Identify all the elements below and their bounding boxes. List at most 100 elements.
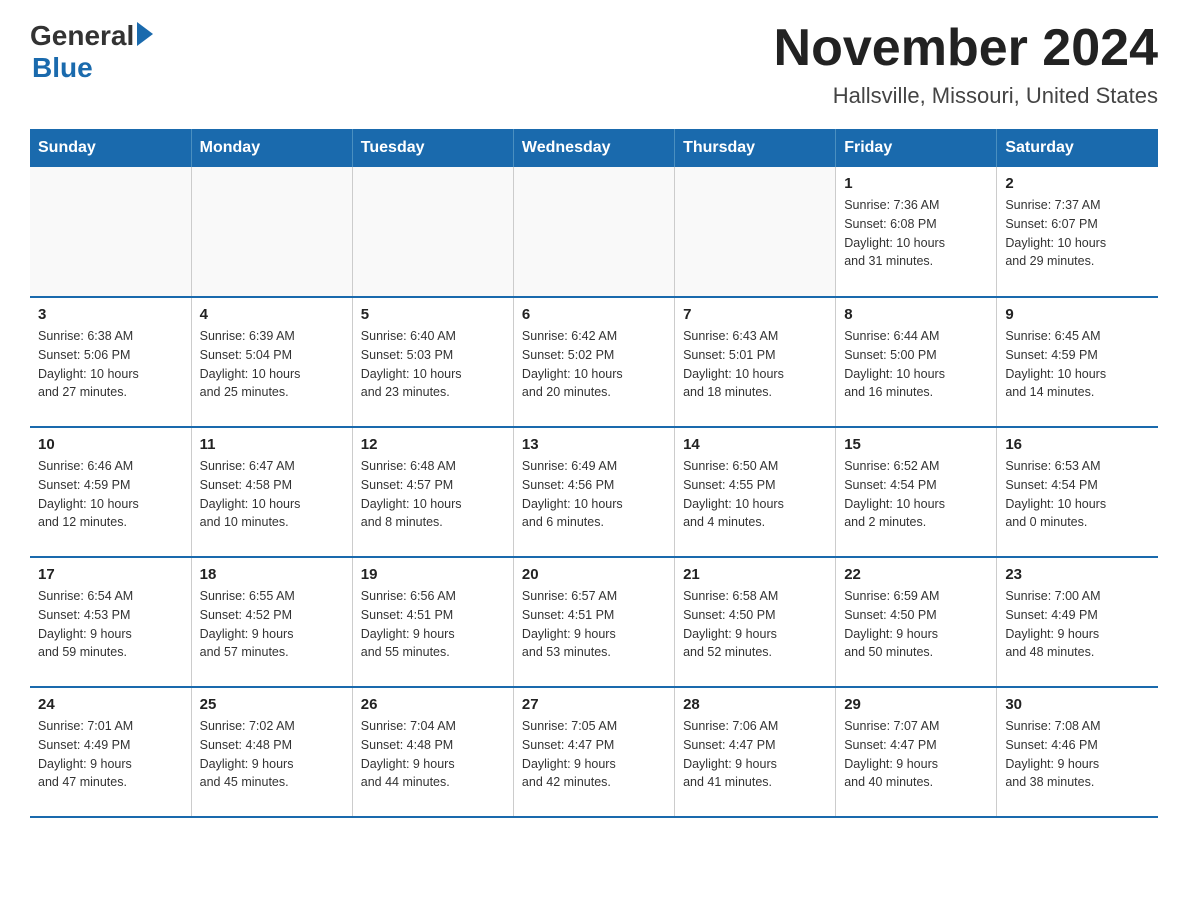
calendar-cell: 10Sunrise: 6:46 AM Sunset: 4:59 PM Dayli… bbox=[30, 427, 191, 557]
day-info: Sunrise: 6:50 AM Sunset: 4:55 PM Dayligh… bbox=[683, 457, 827, 532]
weekday-header-friday: Friday bbox=[836, 129, 997, 167]
day-info: Sunrise: 6:49 AM Sunset: 4:56 PM Dayligh… bbox=[522, 457, 666, 532]
day-info: Sunrise: 7:00 AM Sunset: 4:49 PM Dayligh… bbox=[1005, 587, 1150, 662]
calendar-cell: 19Sunrise: 6:56 AM Sunset: 4:51 PM Dayli… bbox=[352, 557, 513, 687]
day-info: Sunrise: 7:04 AM Sunset: 4:48 PM Dayligh… bbox=[361, 717, 505, 792]
calendar-week-1: 1 Sunrise: 7:36 AM Sunset: 6:08 PM Daylig… bbox=[30, 167, 1158, 297]
day-info: Sunrise: 6:39 AM Sunset: 5:04 PM Dayligh… bbox=[200, 327, 344, 402]
day-info: Sunrise: 6:58 AM Sunset: 4:50 PM Dayligh… bbox=[683, 587, 827, 662]
day-info: Sunrise: 6:57 AM Sunset: 4:51 PM Dayligh… bbox=[522, 587, 666, 662]
calendar-cell: 30 Sunrise: 7:08 AM Sunset: 4:46 PM Dayli… bbox=[997, 687, 1158, 817]
calendar-cell bbox=[675, 167, 836, 297]
day-number: 20 bbox=[522, 566, 666, 583]
calendar-cell: 27 Sunrise: 7:05 AM Sunset: 4:47 PM Dayli… bbox=[513, 687, 674, 817]
calendar-week-5: 24 Sunrise: 7:01 AM Sunset: 4:49 PM Dayli… bbox=[30, 687, 1158, 817]
weekday-header-thursday: Thursday bbox=[675, 129, 836, 167]
day-info: Sunrise: 6:53 AM Sunset: 4:54 PM Dayligh… bbox=[1005, 457, 1150, 532]
day-info: Sunrise: 7:01 AM Sunset: 4:49 PM Dayligh… bbox=[38, 717, 183, 792]
day-info: Sunrise: 7:06 AM Sunset: 4:47 PM Dayligh… bbox=[683, 717, 827, 792]
day-number: 13 bbox=[522, 436, 666, 453]
day-info: Sunrise: 7:05 AM Sunset: 4:47 PM Dayligh… bbox=[522, 717, 666, 792]
calendar-table: SundayMondayTuesdayWednesdayThursdayFrid… bbox=[30, 129, 1158, 818]
calendar-cell: 9 Sunrise: 6:45 AM Sunset: 4:59 PM Daylig… bbox=[997, 297, 1158, 427]
day-number: 4 bbox=[200, 306, 344, 323]
calendar-cell: 12 Sunrise: 6:48 AM Sunset: 4:57 PM Dayli… bbox=[352, 427, 513, 557]
calendar-cell: 2 Sunrise: 7:37 AM Sunset: 6:07 PM Daylig… bbox=[997, 167, 1158, 297]
weekday-header-monday: Monday bbox=[191, 129, 352, 167]
day-number: 16 bbox=[1005, 436, 1150, 453]
calendar-cell: 3Sunrise: 6:38 AM Sunset: 5:06 PM Daylig… bbox=[30, 297, 191, 427]
calendar-cell: 23 Sunrise: 7:00 AM Sunset: 4:49 PM Dayli… bbox=[997, 557, 1158, 687]
day-info: Sunrise: 6:40 AM Sunset: 5:03 PM Dayligh… bbox=[361, 327, 505, 402]
day-number: 23 bbox=[1005, 566, 1150, 583]
day-info: Sunrise: 6:48 AM Sunset: 4:57 PM Dayligh… bbox=[361, 457, 505, 532]
weekday-header-sunday: Sunday bbox=[30, 129, 191, 167]
logo-triangle-icon bbox=[137, 22, 153, 46]
calendar-header-row: SundayMondayTuesdayWednesdayThursdayFrid… bbox=[30, 129, 1158, 167]
day-number: 7 bbox=[683, 306, 827, 323]
calendar-week-4: 17Sunrise: 6:54 AM Sunset: 4:53 PM Dayli… bbox=[30, 557, 1158, 687]
day-info: Sunrise: 7:08 AM Sunset: 4:46 PM Dayligh… bbox=[1005, 717, 1150, 792]
day-number: 1 bbox=[844, 175, 988, 192]
calendar-cell: 5 Sunrise: 6:40 AM Sunset: 5:03 PM Daylig… bbox=[352, 297, 513, 427]
logo-blue-text: Blue bbox=[32, 52, 93, 83]
calendar-cell: 20 Sunrise: 6:57 AM Sunset: 4:51 PM Dayli… bbox=[513, 557, 674, 687]
day-info: Sunrise: 6:47 AM Sunset: 4:58 PM Dayligh… bbox=[200, 457, 344, 532]
page-title: November 2024 bbox=[774, 20, 1158, 77]
day-number: 5 bbox=[361, 306, 505, 323]
day-info: Sunrise: 6:45 AM Sunset: 4:59 PM Dayligh… bbox=[1005, 327, 1150, 402]
calendar-cell: 24 Sunrise: 7:01 AM Sunset: 4:49 PM Dayli… bbox=[30, 687, 191, 817]
day-info: Sunrise: 6:38 AM Sunset: 5:06 PM Dayligh… bbox=[38, 327, 183, 402]
day-number: 9 bbox=[1005, 306, 1150, 323]
day-info: Sunrise: 7:36 AM Sunset: 6:08 PM Dayligh… bbox=[844, 196, 988, 271]
day-number: 18 bbox=[200, 566, 344, 583]
day-number: 12 bbox=[361, 436, 505, 453]
calendar-cell: 14 Sunrise: 6:50 AM Sunset: 4:55 PM Dayli… bbox=[675, 427, 836, 557]
day-info: Sunrise: 6:54 AM Sunset: 4:53 PM Dayligh… bbox=[38, 587, 183, 662]
weekday-header-wednesday: Wednesday bbox=[513, 129, 674, 167]
day-info: Sunrise: 7:37 AM Sunset: 6:07 PM Dayligh… bbox=[1005, 196, 1150, 271]
logo: General Blue bbox=[30, 20, 153, 84]
day-number: 30 bbox=[1005, 696, 1150, 713]
day-number: 29 bbox=[844, 696, 988, 713]
calendar-cell: 26 Sunrise: 7:04 AM Sunset: 4:48 PM Dayli… bbox=[352, 687, 513, 817]
calendar-cell: 13 Sunrise: 6:49 AM Sunset: 4:56 PM Dayli… bbox=[513, 427, 674, 557]
calendar-cell: 4 Sunrise: 6:39 AM Sunset: 5:04 PM Daylig… bbox=[191, 297, 352, 427]
weekday-header-tuesday: Tuesday bbox=[352, 129, 513, 167]
calendar-cell bbox=[352, 167, 513, 297]
logo-general-text: General bbox=[30, 20, 134, 52]
title-area: November 2024 Hallsville, Missouri, Unit… bbox=[774, 20, 1158, 109]
day-info: Sunrise: 6:55 AM Sunset: 4:52 PM Dayligh… bbox=[200, 587, 344, 662]
day-number: 11 bbox=[200, 436, 344, 453]
day-info: Sunrise: 7:07 AM Sunset: 4:47 PM Dayligh… bbox=[844, 717, 988, 792]
calendar-cell: 6Sunrise: 6:42 AM Sunset: 5:02 PM Daylig… bbox=[513, 297, 674, 427]
calendar-cell: 17Sunrise: 6:54 AM Sunset: 4:53 PM Dayli… bbox=[30, 557, 191, 687]
day-number: 6 bbox=[522, 306, 666, 323]
day-number: 10 bbox=[38, 436, 183, 453]
calendar-cell: 29 Sunrise: 7:07 AM Sunset: 4:47 PM Dayli… bbox=[836, 687, 997, 817]
calendar-cell: 16 Sunrise: 6:53 AM Sunset: 4:54 PM Dayli… bbox=[997, 427, 1158, 557]
calendar-cell: 21Sunrise: 6:58 AM Sunset: 4:50 PM Dayli… bbox=[675, 557, 836, 687]
page-subtitle: Hallsville, Missouri, United States bbox=[774, 83, 1158, 109]
day-number: 26 bbox=[361, 696, 505, 713]
weekday-header-saturday: Saturday bbox=[997, 129, 1158, 167]
day-info: Sunrise: 7:02 AM Sunset: 4:48 PM Dayligh… bbox=[200, 717, 344, 792]
calendar-cell: 25Sunrise: 7:02 AM Sunset: 4:48 PM Dayli… bbox=[191, 687, 352, 817]
calendar-cell: 1 Sunrise: 7:36 AM Sunset: 6:08 PM Daylig… bbox=[836, 167, 997, 297]
calendar-week-3: 10Sunrise: 6:46 AM Sunset: 4:59 PM Dayli… bbox=[30, 427, 1158, 557]
day-number: 22 bbox=[844, 566, 988, 583]
day-number: 14 bbox=[683, 436, 827, 453]
calendar-cell: 22Sunrise: 6:59 AM Sunset: 4:50 PM Dayli… bbox=[836, 557, 997, 687]
day-number: 28 bbox=[683, 696, 827, 713]
calendar-cell bbox=[30, 167, 191, 297]
day-info: Sunrise: 6:52 AM Sunset: 4:54 PM Dayligh… bbox=[844, 457, 988, 532]
day-number: 27 bbox=[522, 696, 666, 713]
calendar-cell: 15Sunrise: 6:52 AM Sunset: 4:54 PM Dayli… bbox=[836, 427, 997, 557]
calendar-cell: 11 Sunrise: 6:47 AM Sunset: 4:58 PM Dayli… bbox=[191, 427, 352, 557]
day-info: Sunrise: 6:56 AM Sunset: 4:51 PM Dayligh… bbox=[361, 587, 505, 662]
calendar-cell: 28 Sunrise: 7:06 AM Sunset: 4:47 PM Dayli… bbox=[675, 687, 836, 817]
day-number: 2 bbox=[1005, 175, 1150, 192]
day-info: Sunrise: 6:44 AM Sunset: 5:00 PM Dayligh… bbox=[844, 327, 988, 402]
day-number: 24 bbox=[38, 696, 183, 713]
calendar-cell: 7Sunrise: 6:43 AM Sunset: 5:01 PM Daylig… bbox=[675, 297, 836, 427]
